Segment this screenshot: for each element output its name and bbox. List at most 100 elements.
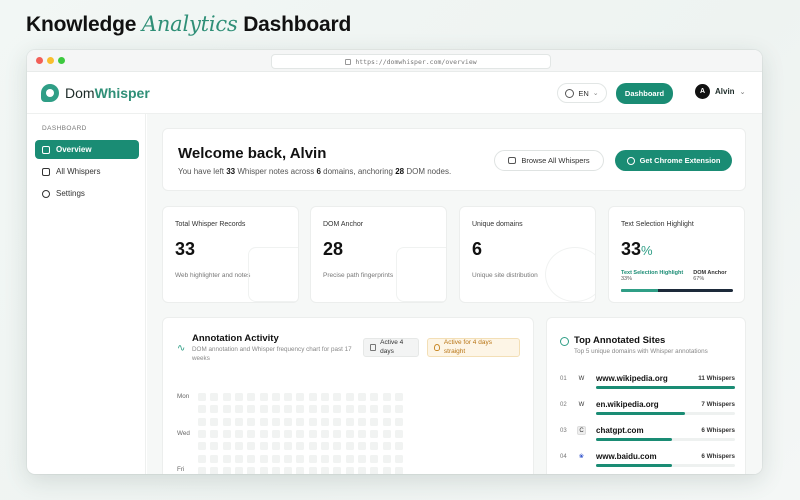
heatmap-cell xyxy=(198,393,206,401)
sidebar-item-label: Settings xyxy=(56,189,85,198)
heatmap-cell xyxy=(321,417,329,426)
heatmap-cell xyxy=(333,417,342,426)
browse-all-whispers-button[interactable]: Browse All Whispers xyxy=(494,150,604,171)
heatmap-cell xyxy=(222,417,231,426)
heatmap-cell xyxy=(259,417,268,426)
sites-description: Top 5 unique domains with Whisper annota… xyxy=(574,348,708,355)
heatmap-cell xyxy=(321,405,329,414)
site-domain: chatgpt.com xyxy=(596,426,644,435)
day-label-wed: Wed xyxy=(177,430,190,437)
site-bar-fill xyxy=(596,412,685,415)
close-window-button[interactable] xyxy=(36,57,43,64)
site-row[interactable]: 03 C chatgpt.com 6 Whispers xyxy=(560,425,735,445)
heatmap-cell xyxy=(345,454,354,463)
pulse-icon: ∿ xyxy=(177,343,186,354)
heatmap-cell xyxy=(308,429,317,438)
heatmap-cell xyxy=(333,429,342,438)
globe-icon xyxy=(565,88,575,98)
stat-card-total-records: Total Whisper Records 33 Web highlighter… xyxy=(162,206,299,303)
sidebar: DASHBOARD Overview All Whispers Settings xyxy=(27,114,146,474)
baidu-icon: ❀ xyxy=(578,454,585,460)
wikipedia-icon: W xyxy=(578,375,585,382)
heatmap-cell xyxy=(284,417,293,426)
site-count: 6 Whispers xyxy=(701,427,735,434)
get-chrome-extension-button[interactable]: Get Chrome Extension xyxy=(615,150,732,171)
decorative-shape xyxy=(545,247,595,302)
heatmap-cell xyxy=(308,442,317,451)
heatmap-cell xyxy=(234,454,243,463)
heatmap-cell xyxy=(247,393,256,401)
heatmap-cell xyxy=(247,405,256,414)
ratio-bar-fill xyxy=(621,289,658,292)
heatmap-cell xyxy=(321,442,329,451)
minimize-window-button[interactable] xyxy=(47,57,54,64)
heatmap-cell xyxy=(370,466,379,474)
heatmap-cell xyxy=(259,405,268,414)
sidebar-item-label: All Whispers xyxy=(56,167,101,176)
dashboard-button[interactable]: Dashboard xyxy=(616,83,673,104)
heatmap-cell xyxy=(271,429,280,438)
heatmap-cell xyxy=(370,417,379,426)
heatmap-cell xyxy=(222,466,231,474)
logo-icon xyxy=(41,84,59,102)
heatmap-cell xyxy=(198,442,206,451)
heatmap-cell xyxy=(308,454,317,463)
heatmap-cell xyxy=(296,417,305,426)
user-menu[interactable]: A Alvin ⌄ xyxy=(695,84,745,99)
stat-card-dom-anchor: DOM Anchor 28 Precise path fingerprints xyxy=(310,206,447,303)
heatmap-cell xyxy=(234,405,243,414)
panel-icon xyxy=(42,145,50,154)
top-sites-card: Top Annotated Sites Top 5 unique domains… xyxy=(546,317,746,474)
heatmap-cell xyxy=(222,405,231,414)
heatmap-cell xyxy=(234,417,243,426)
heading-post: Dashboard xyxy=(243,13,352,36)
heatmap-cell xyxy=(308,417,317,426)
heatmap-cell xyxy=(247,466,256,474)
language-selector[interactable]: EN ⌄ xyxy=(557,83,607,103)
sidebar-item-settings[interactable]: Settings xyxy=(35,184,139,203)
stat-value: 6 xyxy=(472,239,483,259)
stat-label: DOM Anchor xyxy=(323,221,364,228)
heatmap-cell xyxy=(210,405,219,414)
logo[interactable]: DomWhisper xyxy=(41,84,150,102)
site-bar-fill xyxy=(596,464,673,467)
decorative-shape xyxy=(396,247,446,302)
heatmap-cell xyxy=(382,417,391,426)
heatmap-cell xyxy=(357,442,366,451)
heatmap-cell xyxy=(382,454,391,463)
site-row[interactable]: 02 W en.wikipedia.org 7 Whispers xyxy=(560,399,735,419)
heatmap-cell xyxy=(234,466,243,474)
heatmap-cell xyxy=(259,429,268,438)
heatmap-cell xyxy=(271,417,280,426)
heatmap-cell xyxy=(234,442,243,451)
heatmap-cell xyxy=(259,466,268,474)
chat-icon xyxy=(508,157,517,164)
heatmap-cell xyxy=(284,405,293,414)
sidebar-item-overview[interactable]: Overview xyxy=(35,140,139,159)
heatmap-cell xyxy=(321,454,329,463)
heatmap-cell xyxy=(394,417,403,426)
heatmap-cell xyxy=(382,393,391,401)
heatmap-cell xyxy=(222,393,231,401)
heatmap-cell xyxy=(247,454,256,463)
heatmap-cell xyxy=(210,442,219,451)
heatmap-cell xyxy=(345,429,354,438)
heatmap-cell xyxy=(271,454,280,463)
heatmap-cell xyxy=(210,417,219,426)
page-heading: Knowledge Analytics Dashboard xyxy=(26,12,351,37)
heatmap-cell xyxy=(247,417,256,426)
sidebar-item-all-whispers[interactable]: All Whispers xyxy=(35,162,139,181)
address-bar[interactable]: https://domwhisper.com/overview xyxy=(271,54,551,69)
ratio-bar xyxy=(621,289,733,292)
active-days-badge: Active 4 days xyxy=(363,338,419,357)
heatmap-cell xyxy=(321,393,329,401)
stat-subtitle: Web highlighter and notes xyxy=(175,272,251,279)
maximize-window-button[interactable] xyxy=(58,57,65,64)
activity-title: Annotation Activity xyxy=(192,333,279,344)
heatmap-cell xyxy=(345,442,354,451)
sites-title: Top Annotated Sites xyxy=(574,335,666,346)
site-row[interactable]: 01 W www.wikipedia.org 11 Whispers xyxy=(560,373,735,393)
site-row[interactable]: 04 ❀ www.baidu.com 6 Whispers xyxy=(560,451,735,471)
heatmap-cell xyxy=(247,442,256,451)
day-label-mon: Mon xyxy=(177,393,190,400)
